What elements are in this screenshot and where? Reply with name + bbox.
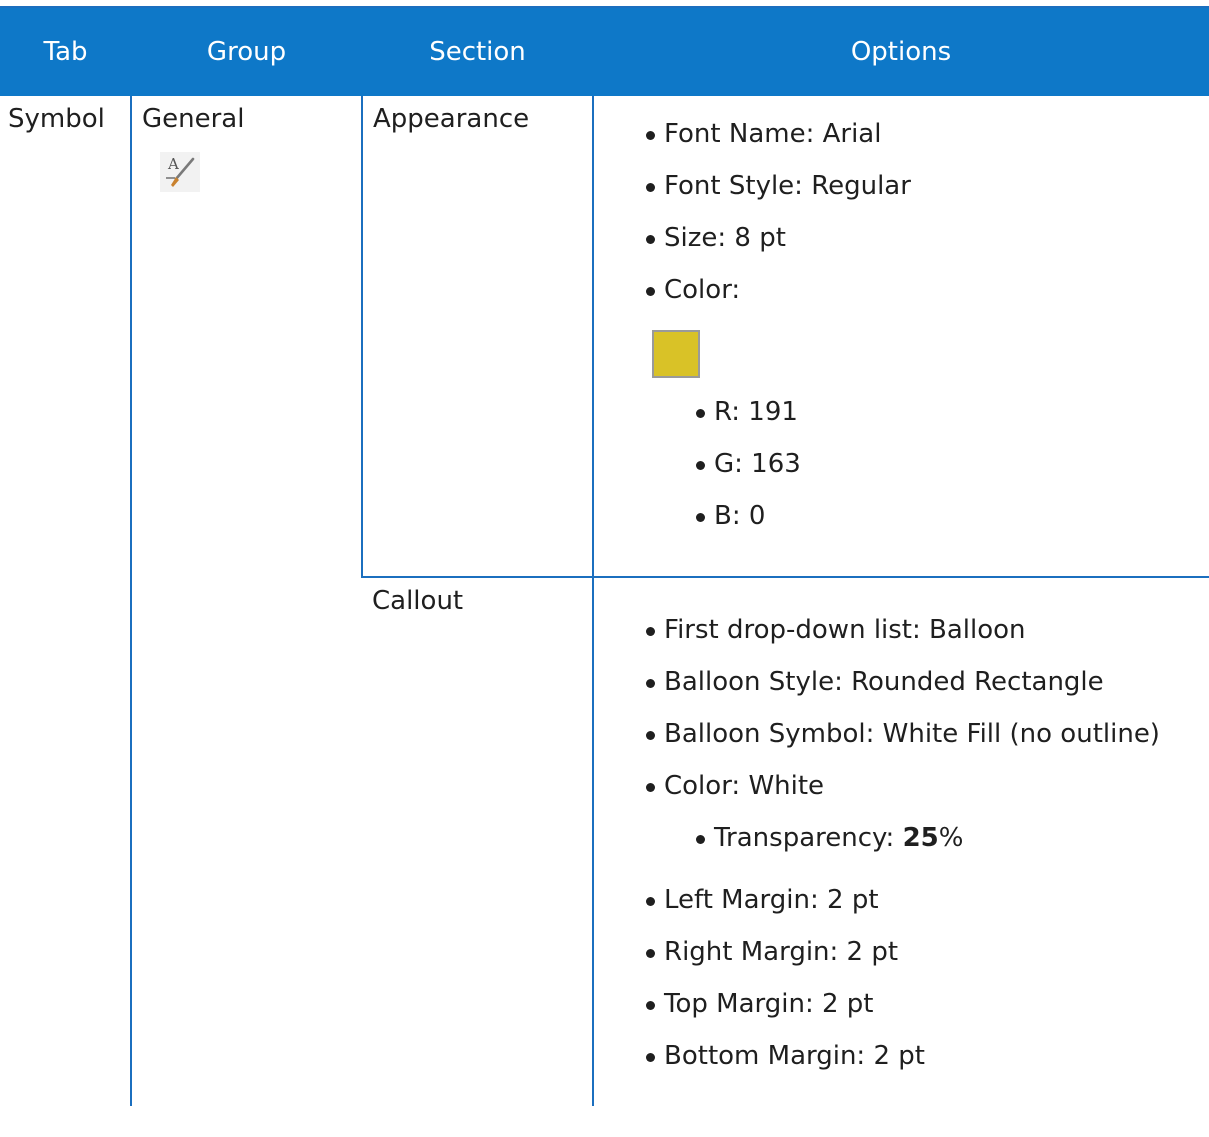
list-item-color-white: Color: White: [638, 760, 1209, 812]
list-item-blue: B: 0: [688, 490, 1209, 542]
list-item-bottom-margin: Bottom Margin: 2 pt: [638, 1030, 1209, 1082]
list-item-size: Size: 8 pt: [638, 212, 1209, 264]
section-appearance: Appearance: [373, 104, 530, 134]
rgb-values-list: R: 191 G: 163 B: 0: [688, 386, 1209, 542]
header-row: Tab Group Section Options: [0, 8, 1209, 96]
header-options: Options: [593, 8, 1209, 96]
header-section: Section: [362, 8, 593, 96]
list-item-dropdown: First drop-down list: Balloon: [638, 604, 1209, 656]
settings-table-container: Tab Group Section Options Symbol General…: [0, 6, 1209, 1137]
section-callout: Callout: [372, 586, 464, 616]
transparency-value: 25: [902, 823, 939, 853]
list-item-red: R: 191: [688, 386, 1209, 438]
section-cell-appearance: Appearance: [361, 96, 593, 578]
table-row-appearance: Symbol General A Appearance Font Name: A…: [0, 96, 1209, 1106]
list-item-green: G: 163: [688, 438, 1209, 490]
tab-value: Symbol: [8, 104, 105, 134]
tab-cell: Symbol: [0, 96, 131, 1106]
text-symbol-brush-icon: A: [160, 152, 200, 192]
list-item-top-margin: Top Margin: 2 pt: [638, 978, 1209, 1030]
group-value: General: [142, 104, 245, 134]
callout-options-list: First drop-down list: Balloon Balloon St…: [638, 604, 1209, 812]
list-item-font-style: Font Style: Regular: [638, 160, 1209, 212]
list-item-balloon-symbol: Balloon Symbol: White Fill (no outline): [638, 708, 1209, 760]
color-swatch: [652, 330, 700, 378]
svg-text:A: A: [167, 155, 179, 173]
settings-table: Tab Group Section Options Symbol General…: [0, 8, 1209, 1106]
group-cell: General A: [130, 96, 362, 1106]
header-tab: Tab: [0, 8, 131, 96]
header-group: Group: [131, 8, 362, 96]
options-cell-appearance: Font Name: Arial Font Style: Regular Siz…: [592, 96, 1209, 578]
section-cell-callout: Callout: [362, 577, 593, 1106]
list-item-left-margin: Left Margin: 2 pt: [638, 874, 1209, 926]
list-item-balloon-style: Balloon Style: Rounded Rectangle: [638, 656, 1209, 708]
appearance-options-list: Font Name: Arial Font Style: Regular Siz…: [638, 108, 1209, 316]
transparency-unit: %: [938, 823, 964, 853]
options-cell-callout: First drop-down list: Balloon Balloon St…: [592, 577, 1209, 1106]
transparency-label: Transparency:: [714, 823, 903, 853]
list-item-right-margin: Right Margin: 2 pt: [638, 926, 1209, 978]
transparency-list: Transparency: 25%: [688, 812, 1209, 864]
margin-options-list: Left Margin: 2 pt Right Margin: 2 pt Top…: [638, 874, 1209, 1082]
list-item-transparency: Transparency: 25%: [688, 812, 1209, 864]
list-item-font-name: Font Name: Arial: [638, 108, 1209, 160]
list-item-color: Color:: [638, 264, 1209, 316]
